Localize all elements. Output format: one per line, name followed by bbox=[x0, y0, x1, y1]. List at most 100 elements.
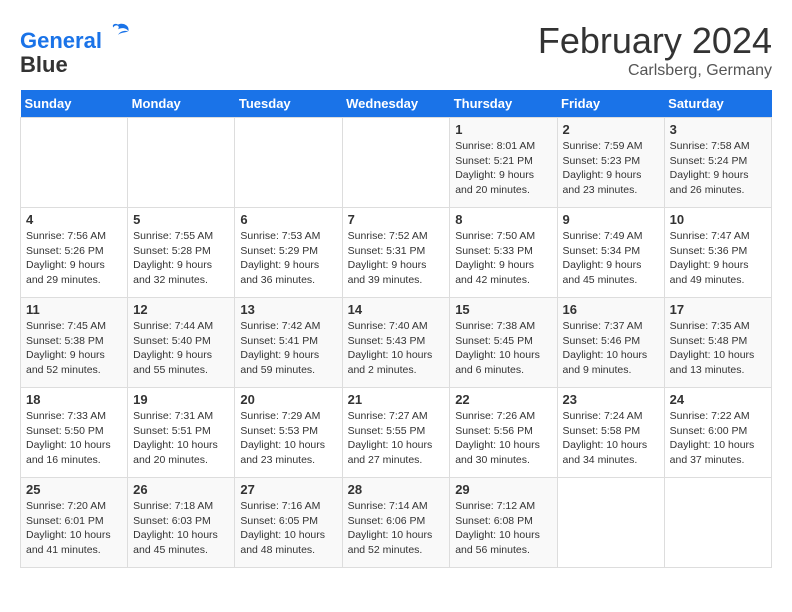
calendar-day-cell: 21 Sunrise: 7:27 AM Sunset: 5:55 PM Dayli… bbox=[342, 388, 450, 478]
calendar-day-cell: 15Sunrise: 7:38 AM Sunset: 5:45 PM Dayli… bbox=[450, 298, 557, 388]
day-info: Sunrise: 7:55 AM Sunset: 5:28 PM Dayligh… bbox=[133, 229, 229, 288]
calendar-week-row: 4Sunrise: 7:56 AM Sunset: 5:26 PM Daylig… bbox=[21, 208, 772, 298]
calendar-day-cell: 17 Sunrise: 7:35 AM Sunset: 5:48 PM Dayli… bbox=[664, 298, 771, 388]
calendar-day-cell: 16 Sunrise: 7:37 AM Sunset: 5:46 PM Dayli… bbox=[557, 298, 664, 388]
logo: General Blue bbox=[20, 20, 132, 77]
calendar-day-cell: 10 Sunrise: 7:47 AM Sunset: 5:36 PM Dayli… bbox=[664, 208, 771, 298]
day-info: Sunrise: 7:44 AM Sunset: 5:40 PM Dayligh… bbox=[133, 319, 229, 378]
day-number: 4 bbox=[26, 212, 122, 227]
day-info: Sunrise: 7:59 AM Sunset: 5:23 PM Dayligh… bbox=[563, 139, 659, 198]
title-area: February 2024 Carlsberg, Germany bbox=[538, 20, 772, 80]
day-info: Sunrise: 7:31 AM Sunset: 5:51 PM Dayligh… bbox=[133, 409, 229, 468]
day-info: Sunrise: 7:33 AM Sunset: 5:50 PM Dayligh… bbox=[26, 409, 122, 468]
calendar-day-cell bbox=[235, 118, 342, 208]
day-number: 12 bbox=[133, 302, 229, 317]
calendar-day-cell: 28 Sunrise: 7:14 AM Sunset: 6:06 PM Dayli… bbox=[342, 478, 450, 568]
day-number: 13 bbox=[240, 302, 336, 317]
weekday-header-cell: Tuesday bbox=[235, 90, 342, 118]
day-number: 17 bbox=[670, 302, 766, 317]
calendar-day-cell: 24 Sunrise: 7:22 AM Sunset: 6:00 PM Dayli… bbox=[664, 388, 771, 478]
calendar-week-row: 11 Sunrise: 7:45 AM Sunset: 5:38 PM Dayli… bbox=[21, 298, 772, 388]
day-info: Sunrise: 7:27 AM Sunset: 5:55 PM Dayligh… bbox=[348, 409, 445, 468]
day-number: 14 bbox=[348, 302, 445, 317]
weekday-header-cell: Thursday bbox=[450, 90, 557, 118]
day-number: 21 bbox=[348, 392, 445, 407]
calendar-week-row: 18 Sunrise: 7:33 AM Sunset: 5:50 PM Dayli… bbox=[21, 388, 772, 478]
day-info: Sunrise: 7:50 AM Sunset: 5:33 PM Dayligh… bbox=[455, 229, 551, 288]
calendar-day-cell bbox=[342, 118, 450, 208]
calendar-day-cell: 5Sunrise: 7:55 AM Sunset: 5:28 PM Daylig… bbox=[128, 208, 235, 298]
calendar-day-cell: 9 Sunrise: 7:49 AM Sunset: 5:34 PM Daylig… bbox=[557, 208, 664, 298]
calendar-day-cell: 3Sunrise: 7:58 AM Sunset: 5:24 PM Daylig… bbox=[664, 118, 771, 208]
day-info: Sunrise: 7:20 AM Sunset: 6:01 PM Dayligh… bbox=[26, 499, 122, 558]
day-number: 27 bbox=[240, 482, 336, 497]
day-number: 7 bbox=[348, 212, 445, 227]
weekday-header-cell: Friday bbox=[557, 90, 664, 118]
day-number: 28 bbox=[348, 482, 445, 497]
calendar-day-cell: 13 Sunrise: 7:42 AM Sunset: 5:41 PM Dayli… bbox=[235, 298, 342, 388]
calendar-day-cell: 29Sunrise: 7:12 AM Sunset: 6:08 PM Dayli… bbox=[450, 478, 557, 568]
weekday-header-cell: Wednesday bbox=[342, 90, 450, 118]
calendar-day-cell: 4Sunrise: 7:56 AM Sunset: 5:26 PM Daylig… bbox=[21, 208, 128, 298]
calendar-day-cell: 1Sunrise: 8:01 AM Sunset: 5:21 PM Daylig… bbox=[450, 118, 557, 208]
day-info: Sunrise: 7:24 AM Sunset: 5:58 PM Dayligh… bbox=[563, 409, 659, 468]
weekday-header-row: SundayMondayTuesdayWednesdayThursdayFrid… bbox=[21, 90, 772, 118]
logo-text: General Blue bbox=[20, 20, 132, 77]
calendar-day-cell bbox=[557, 478, 664, 568]
day-number: 1 bbox=[455, 122, 551, 137]
calendar-body: 1Sunrise: 8:01 AM Sunset: 5:21 PM Daylig… bbox=[21, 118, 772, 568]
calendar-day-cell bbox=[21, 118, 128, 208]
day-info: Sunrise: 7:45 AM Sunset: 5:38 PM Dayligh… bbox=[26, 319, 122, 378]
day-info: Sunrise: 7:40 AM Sunset: 5:43 PM Dayligh… bbox=[348, 319, 445, 378]
calendar-day-cell: 18 Sunrise: 7:33 AM Sunset: 5:50 PM Dayli… bbox=[21, 388, 128, 478]
calendar-day-cell: 12 Sunrise: 7:44 AM Sunset: 5:40 PM Dayli… bbox=[128, 298, 235, 388]
day-info: Sunrise: 7:42 AM Sunset: 5:41 PM Dayligh… bbox=[240, 319, 336, 378]
day-number: 18 bbox=[26, 392, 122, 407]
day-number: 16 bbox=[563, 302, 659, 317]
calendar-day-cell: 20Sunrise: 7:29 AM Sunset: 5:53 PM Dayli… bbox=[235, 388, 342, 478]
month-title: February 2024 bbox=[538, 20, 772, 62]
day-number: 8 bbox=[455, 212, 551, 227]
calendar-day-cell: 27Sunrise: 7:16 AM Sunset: 6:05 PM Dayli… bbox=[235, 478, 342, 568]
calendar-day-cell: 6 Sunrise: 7:53 AM Sunset: 5:29 PM Daylig… bbox=[235, 208, 342, 298]
day-info: Sunrise: 7:26 AM Sunset: 5:56 PM Dayligh… bbox=[455, 409, 551, 468]
weekday-header-cell: Monday bbox=[128, 90, 235, 118]
calendar-day-cell bbox=[128, 118, 235, 208]
day-number: 26 bbox=[133, 482, 229, 497]
day-info: Sunrise: 7:53 AM Sunset: 5:29 PM Dayligh… bbox=[240, 229, 336, 288]
calendar-day-cell: 22 Sunrise: 7:26 AM Sunset: 5:56 PM Dayli… bbox=[450, 388, 557, 478]
day-info: Sunrise: 7:18 AM Sunset: 6:03 PM Dayligh… bbox=[133, 499, 229, 558]
day-number: 10 bbox=[670, 212, 766, 227]
day-number: 2 bbox=[563, 122, 659, 137]
day-info: Sunrise: 7:14 AM Sunset: 6:06 PM Dayligh… bbox=[348, 499, 445, 558]
day-number: 11 bbox=[26, 302, 122, 317]
location: Carlsberg, Germany bbox=[538, 62, 772, 80]
calendar-week-row: 25Sunrise: 7:20 AM Sunset: 6:01 PM Dayli… bbox=[21, 478, 772, 568]
day-number: 6 bbox=[240, 212, 336, 227]
calendar-table: SundayMondayTuesdayWednesdayThursdayFrid… bbox=[20, 90, 772, 568]
day-info: Sunrise: 7:47 AM Sunset: 5:36 PM Dayligh… bbox=[670, 229, 766, 288]
calendar-day-cell: 19 Sunrise: 7:31 AM Sunset: 5:51 PM Dayli… bbox=[128, 388, 235, 478]
calendar-day-cell: 26 Sunrise: 7:18 AM Sunset: 6:03 PM Dayli… bbox=[128, 478, 235, 568]
calendar-day-cell: 2 Sunrise: 7:59 AM Sunset: 5:23 PM Daylig… bbox=[557, 118, 664, 208]
header: General Blue February 2024 Carlsberg, Ge… bbox=[20, 20, 772, 80]
calendar-day-cell: 23 Sunrise: 7:24 AM Sunset: 5:58 PM Dayli… bbox=[557, 388, 664, 478]
calendar-week-row: 1Sunrise: 8:01 AM Sunset: 5:21 PM Daylig… bbox=[21, 118, 772, 208]
day-number: 20 bbox=[240, 392, 336, 407]
day-number: 15 bbox=[455, 302, 551, 317]
day-info: Sunrise: 7:37 AM Sunset: 5:46 PM Dayligh… bbox=[563, 319, 659, 378]
logo-bird-icon bbox=[104, 20, 132, 48]
day-info: Sunrise: 7:12 AM Sunset: 6:08 PM Dayligh… bbox=[455, 499, 551, 558]
day-number: 9 bbox=[563, 212, 659, 227]
day-number: 19 bbox=[133, 392, 229, 407]
day-info: Sunrise: 7:22 AM Sunset: 6:00 PM Dayligh… bbox=[670, 409, 766, 468]
weekday-header-cell: Sunday bbox=[21, 90, 128, 118]
day-info: Sunrise: 7:35 AM Sunset: 5:48 PM Dayligh… bbox=[670, 319, 766, 378]
day-number: 3 bbox=[670, 122, 766, 137]
calendar-day-cell bbox=[664, 478, 771, 568]
day-number: 23 bbox=[563, 392, 659, 407]
calendar-day-cell: 25Sunrise: 7:20 AM Sunset: 6:01 PM Dayli… bbox=[21, 478, 128, 568]
day-number: 22 bbox=[455, 392, 551, 407]
day-number: 24 bbox=[670, 392, 766, 407]
day-info: Sunrise: 7:49 AM Sunset: 5:34 PM Dayligh… bbox=[563, 229, 659, 288]
